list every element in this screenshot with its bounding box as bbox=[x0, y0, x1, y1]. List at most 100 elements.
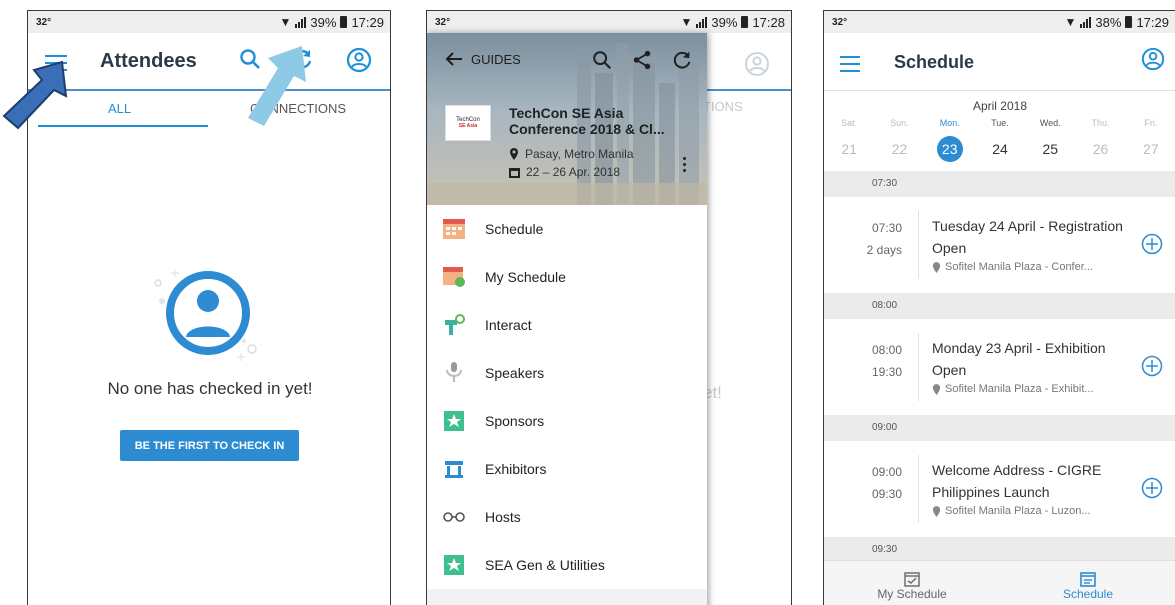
wifi-icon: ▼ bbox=[680, 15, 693, 29]
weekday-row: Sat. Sun. Mon. Tue. Wed. Thu. Fri. bbox=[824, 118, 1175, 128]
nav-my-schedule[interactable]: My Schedule bbox=[824, 561, 1000, 605]
refresh-icon[interactable] bbox=[671, 49, 693, 71]
page-title: Schedule bbox=[894, 52, 975, 72]
day-23-selected[interactable]: 23 bbox=[925, 136, 975, 162]
weekday-label: Tue. bbox=[991, 118, 1009, 128]
schedule-event[interactable]: 09:00 09:30 Welcome Address - CIGRE Phili… bbox=[824, 441, 1175, 537]
divider bbox=[918, 333, 919, 401]
nav-schedule[interactable]: Schedule bbox=[1000, 561, 1175, 605]
event-location: Sofitel Manila Plaza - Exhibit... bbox=[932, 383, 1094, 395]
temperature: 32° bbox=[435, 16, 451, 28]
empty-message: No one has checked in yet! bbox=[107, 379, 313, 398]
account-icon[interactable] bbox=[1141, 47, 1165, 76]
more-options-icon[interactable] bbox=[683, 157, 686, 175]
weekday-label: Sat. bbox=[841, 118, 858, 128]
add-to-schedule-icon[interactable] bbox=[1141, 355, 1163, 377]
schedule-event[interactable]: 08:00 19:30 Monday 23 April - Exhibition … bbox=[824, 319, 1175, 415]
account-icon[interactable] bbox=[346, 47, 372, 78]
battery-percent: 39% bbox=[310, 14, 337, 30]
day-27[interactable]: 27 bbox=[1126, 136, 1175, 162]
location-pin-icon bbox=[510, 148, 518, 160]
calendar-icon bbox=[1080, 572, 1096, 587]
event-times: 07:30 2 days bbox=[866, 221, 902, 257]
day-24[interactable]: 24 bbox=[975, 136, 1025, 162]
app-bar: Schedule bbox=[824, 33, 1175, 91]
temperature: 32° bbox=[832, 16, 848, 28]
day-row: 21 22 23 24 25 26 27 bbox=[824, 136, 1175, 162]
weekday-label: Mon. bbox=[939, 118, 960, 128]
location-pin-icon bbox=[932, 505, 941, 517]
star-icon bbox=[443, 410, 465, 432]
day-26[interactable]: 26 bbox=[1075, 136, 1125, 162]
add-to-schedule-icon[interactable] bbox=[1141, 477, 1163, 499]
conference-logo: TechCon SE Asia bbox=[445, 105, 491, 141]
event-title: Welcome Address - CIGRE Philippines Laun… bbox=[932, 462, 1102, 500]
clock: 17:28 bbox=[752, 14, 785, 30]
temperature: 32° bbox=[36, 16, 52, 28]
navigation-drawer: GUIDES TechCon SE Asia TechCon SE Asia C… bbox=[427, 33, 707, 605]
location-pin-icon bbox=[932, 261, 941, 273]
time-header: 09:00 bbox=[824, 415, 1175, 441]
attendees-screen: 32° ▼ 39% 17:29 Attendees ALL CONNECTION… bbox=[27, 10, 391, 605]
calendar-icon bbox=[509, 168, 520, 178]
event-title: Tuesday 24 April - Registration Open bbox=[932, 218, 1123, 256]
add-to-schedule-icon[interactable] bbox=[1141, 233, 1163, 255]
share-icon[interactable] bbox=[631, 49, 653, 71]
page-title: Attendees bbox=[100, 50, 197, 72]
search-icon[interactable] bbox=[591, 49, 613, 71]
annotation-arrow-light bbox=[248, 46, 306, 126]
menu-item-interact[interactable]: Interact bbox=[427, 301, 707, 349]
event-title: Monday 23 April - Exhibition Open bbox=[932, 340, 1106, 378]
booth-icon bbox=[443, 458, 465, 480]
tab-all[interactable]: ALL bbox=[108, 101, 131, 116]
battery-icon bbox=[741, 16, 749, 28]
schedule-event[interactable]: 07:30 2 days Tuesday 24 April - Registrat… bbox=[824, 197, 1175, 293]
menu-item-exhibitors[interactable]: Exhibitors bbox=[427, 445, 707, 493]
menu-item-hosts[interactable]: Hosts bbox=[427, 493, 707, 541]
screenshot-collage: 32° ▼ 39% 17:29 Attendees ALL CONNECTION… bbox=[0, 0, 1175, 605]
menu-item-schedule[interactable]: Schedule bbox=[427, 205, 707, 253]
star-icon bbox=[443, 554, 465, 576]
menu-item-speakers[interactable]: Speakers bbox=[427, 349, 707, 397]
menu-icon[interactable] bbox=[840, 56, 860, 77]
bottom-navigation: My Schedule Schedule bbox=[824, 560, 1175, 605]
calendar-check-icon bbox=[904, 572, 920, 587]
weekday-label: Wed. bbox=[1039, 118, 1061, 128]
annotation-arrow-dark bbox=[2, 60, 68, 130]
app-bar: Attendees bbox=[28, 33, 390, 91]
weekday-label: Thu. bbox=[1091, 118, 1110, 128]
signal-icon bbox=[1080, 16, 1092, 28]
divider bbox=[918, 455, 919, 523]
wifi-icon: ▼ bbox=[1064, 15, 1077, 29]
glasses-icon bbox=[443, 506, 465, 528]
svg-text:+: + bbox=[170, 266, 180, 280]
month-label: April 2018 bbox=[972, 99, 1028, 113]
conference-dates: 22 – 26 Apr. 2018 bbox=[509, 165, 620, 179]
back-to-guides[interactable]: GUIDES bbox=[445, 51, 521, 67]
event-times: 09:00 09:30 bbox=[871, 465, 902, 501]
day-22[interactable]: 22 bbox=[874, 136, 924, 162]
menu-item-partial[interactable] bbox=[427, 589, 707, 605]
account-icon bbox=[744, 51, 770, 82]
menu-item-sea-gen-utilities[interactable]: SEA Gen & Utilities bbox=[427, 541, 707, 589]
wifi-icon: ▼ bbox=[279, 15, 292, 29]
back-label: GUIDES bbox=[471, 51, 521, 67]
signal-icon bbox=[295, 16, 307, 28]
conference-location: Pasay, Metro Manila bbox=[509, 147, 634, 161]
day-25[interactable]: 25 bbox=[1025, 136, 1075, 162]
signal-icon bbox=[696, 16, 708, 28]
schedule-screen: 32° ▼ 38% 17:29 Schedule April 2018 Sat.… bbox=[823, 10, 1175, 605]
menu-item-my-schedule[interactable]: My Schedule bbox=[427, 253, 707, 301]
schedule-list: 07:30 07:30 2 days Tuesday 24 April - Reg… bbox=[824, 171, 1175, 563]
menu-item-sponsors[interactable]: Sponsors bbox=[427, 397, 707, 445]
back-arrow-icon bbox=[445, 52, 462, 66]
status-bar: 32° ▼ 39% 17:28 bbox=[427, 11, 791, 33]
status-bar: 32° ▼ 39% 17:29 bbox=[28, 11, 390, 33]
check-in-button[interactable]: BE THE FIRST TO CHECK IN bbox=[120, 430, 299, 461]
clock: 17:29 bbox=[1136, 14, 1169, 30]
status-bar: 32° ▼ 38% 17:29 bbox=[824, 11, 1175, 33]
day-21[interactable]: 21 bbox=[824, 136, 874, 162]
battery-percent: 39% bbox=[711, 14, 738, 30]
calendar-check-icon bbox=[443, 266, 465, 288]
clock: 17:29 bbox=[351, 14, 384, 30]
